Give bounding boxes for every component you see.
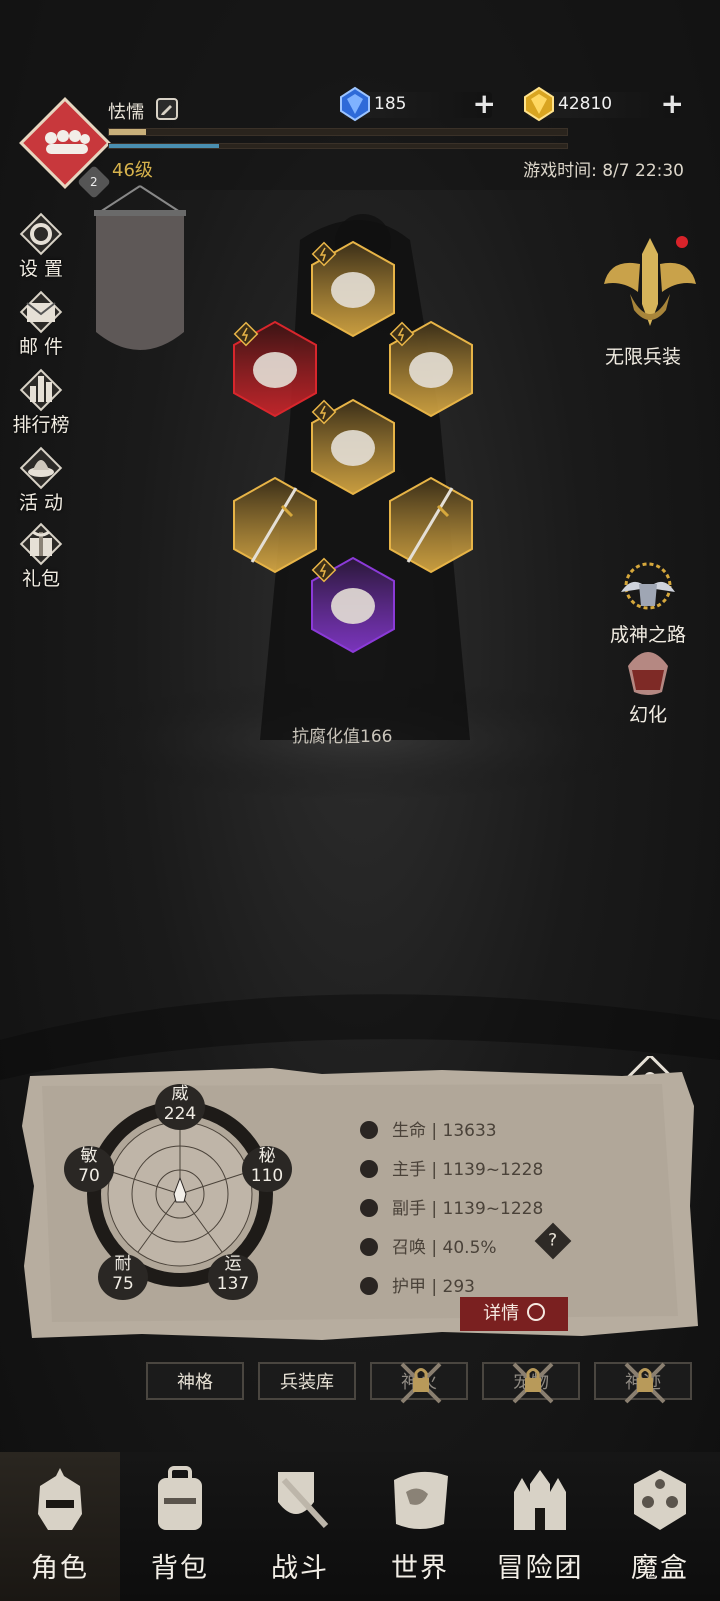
equipment-grid	[0, 0, 720, 720]
stat-main-hand-label: 主手	[392, 1160, 426, 1180]
backpack-icon	[158, 1466, 202, 1530]
detail-label: 详情	[483, 1303, 520, 1324]
nav-battle-label: 战斗	[271, 1553, 329, 1584]
detail-button[interactable]: 详情	[460, 1297, 568, 1331]
shield-sword-icon	[278, 1472, 329, 1529]
helmet-icon	[38, 1468, 82, 1530]
equip-slot-ring[interactable]	[388, 320, 474, 418]
stat-summon: 召唤 | 40.5%	[360, 1233, 497, 1258]
attr-yun-name: 运	[224, 1254, 242, 1274]
summon-icon	[360, 1238, 378, 1256]
equip-slot-main-weapon[interactable]	[232, 476, 318, 574]
attr-yun: 运 137	[208, 1254, 258, 1294]
stat-summon-label: 召唤	[392, 1238, 426, 1258]
stat-hp: 生命 | 13633	[360, 1116, 497, 1141]
nav-character-label: 角色	[31, 1553, 89, 1584]
corruption-resistance: 抗腐化值166	[292, 727, 393, 747]
nav-adventure-group-label: 冒险团	[496, 1553, 584, 1584]
tab-godhood[interactable]: 神格	[146, 1362, 244, 1400]
stat-separator: |	[426, 1199, 443, 1219]
nav-magic-box[interactable]: 魔盒	[600, 1452, 720, 1601]
stat-armor-label: 护甲	[392, 1277, 426, 1297]
lock-icon	[512, 1362, 554, 1404]
attr-nai-name: 耐	[114, 1254, 132, 1274]
attr-min-value: 70	[78, 1166, 100, 1186]
attr-yun-value: 137	[216, 1274, 250, 1294]
castle-icon	[514, 1470, 566, 1530]
stat-off-hand: 副手 | 1139~1228	[360, 1194, 543, 1219]
lock-icon	[624, 1362, 666, 1404]
nav-backpack-label: 背包	[151, 1553, 209, 1584]
tab-god-fire[interactable]: 神火	[370, 1362, 468, 1404]
attr-min-name: 敏	[80, 1146, 98, 1166]
stat-hp-label: 生命	[392, 1121, 426, 1141]
attr-wei: 威 224	[155, 1084, 205, 1124]
attr-min: 敏 70	[64, 1146, 114, 1186]
attr-mi-value: 110	[250, 1166, 284, 1186]
attr-nai-value: 75	[112, 1274, 134, 1294]
attr-mi: 秘 110	[242, 1146, 292, 1186]
lock-icon	[400, 1362, 442, 1404]
equip-slot-off-weapon[interactable]	[388, 476, 474, 574]
attr-nai: 耐 75	[98, 1254, 148, 1294]
main-hand-icon	[360, 1160, 378, 1178]
off-hand-icon	[360, 1199, 378, 1217]
tab-armory-label: 兵装库	[280, 1372, 334, 1393]
tab-godhood-label: 神格	[177, 1372, 213, 1393]
stat-summon-value: 40.5%	[442, 1238, 497, 1258]
armor-icon	[360, 1277, 378, 1295]
stat-main-hand-value: 1139~1228	[442, 1160, 544, 1180]
stat-separator: |	[426, 1238, 443, 1258]
magnifier-icon	[526, 1303, 545, 1321]
nav-world-label: 世界	[391, 1553, 449, 1584]
tab-pet[interactable]: 宠物	[482, 1362, 580, 1404]
nav-adventure-group[interactable]: 冒险团	[480, 1452, 600, 1601]
world-map-icon	[394, 1471, 448, 1529]
stat-separator: |	[426, 1160, 443, 1180]
attr-wei-value: 224	[163, 1104, 197, 1124]
attr-mi-name: 秘	[258, 1146, 276, 1166]
nav-world[interactable]: 世界	[360, 1452, 480, 1601]
nav-magic-box-label: 魔盒	[631, 1553, 689, 1584]
stat-off-hand-label: 副手	[392, 1199, 426, 1219]
nav-battle[interactable]: 战斗	[240, 1452, 360, 1601]
question-icon: ?	[548, 1231, 558, 1251]
stat-hp-value: 13633	[442, 1121, 497, 1141]
stat-separator: |	[426, 1277, 443, 1297]
heart-icon	[360, 1121, 378, 1139]
nav-character[interactable]: 角色	[0, 1452, 120, 1601]
magic-box-icon	[634, 1470, 686, 1530]
tab-miracle[interactable]: 神迹	[594, 1362, 692, 1404]
stat-off-hand-value: 1139~1228	[442, 1199, 544, 1219]
equip-slot-hat[interactable]	[310, 240, 396, 338]
bottom-nav: 角色 背包 战斗 世界 冒险团 魔盒	[0, 1452, 720, 1601]
equip-slot-chest[interactable]	[232, 320, 318, 418]
stat-armor: 护甲 | 293	[360, 1272, 475, 1297]
nav-backpack[interactable]: 背包	[120, 1452, 240, 1601]
stat-main-hand: 主手 | 1139~1228	[360, 1155, 543, 1180]
stat-separator: |	[426, 1121, 443, 1141]
equip-slot-boots[interactable]	[310, 556, 396, 654]
attr-wei-name: 威	[171, 1084, 189, 1104]
tab-armory[interactable]: 兵装库	[258, 1362, 356, 1400]
stat-armor-value: 293	[442, 1277, 475, 1297]
equip-slot-armor[interactable]	[310, 398, 396, 496]
